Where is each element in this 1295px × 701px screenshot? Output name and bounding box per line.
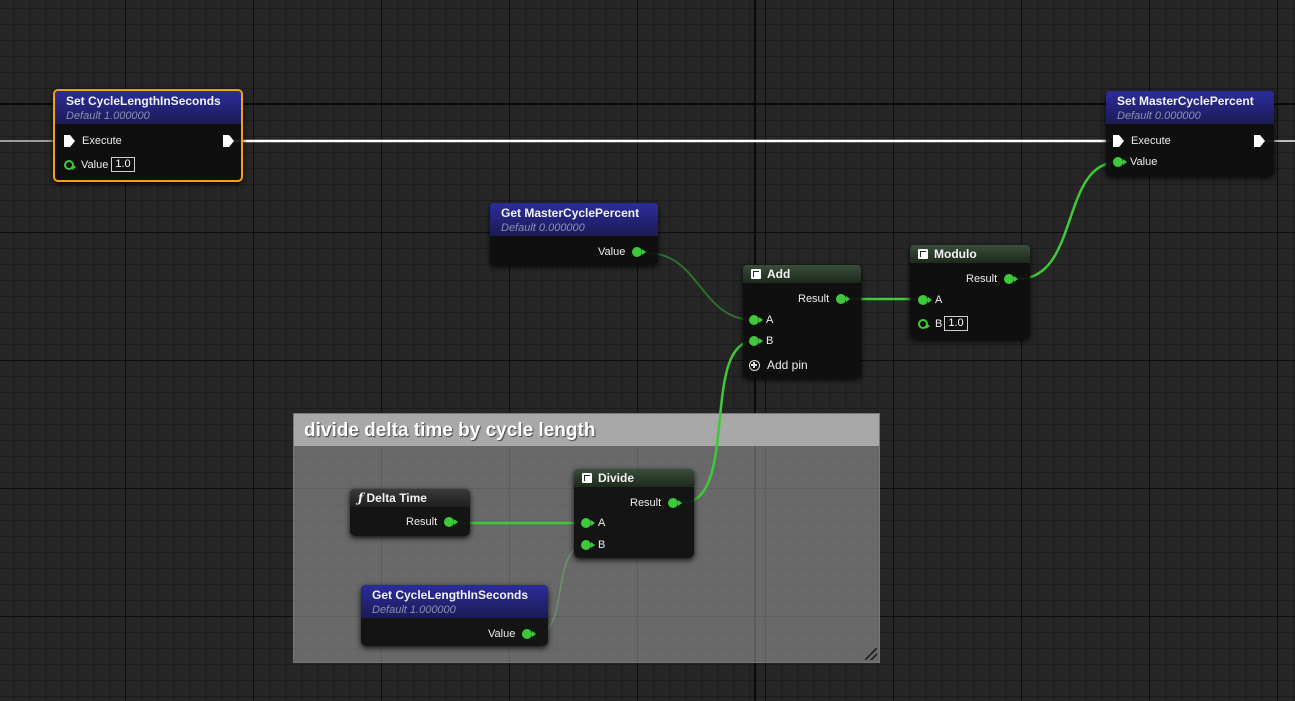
node-header: Set MasterCyclePercent Default 0.000000 xyxy=(1106,91,1274,124)
pin-label: Value xyxy=(1130,156,1158,168)
node-title: Get CycleLengthInSeconds xyxy=(372,588,529,602)
exec-arrow-icon[interactable] xyxy=(223,135,234,147)
node-header: Set CycleLengthInSeconds Default 1.00000… xyxy=(55,91,241,124)
resize-grip-icon[interactable] xyxy=(865,648,877,660)
wire-modulo-to-setmaster xyxy=(1017,160,1119,281)
function-icon xyxy=(582,473,592,483)
result-out-pin[interactable]: Result xyxy=(966,273,1019,285)
pin-label: A xyxy=(935,294,943,306)
float-pin-icon[interactable] xyxy=(581,540,595,550)
value-in-pin[interactable]: Value 1.0 xyxy=(64,157,135,172)
pin-label: Execute xyxy=(82,135,122,147)
node-title: Modulo xyxy=(934,247,977,261)
node-title: Divide xyxy=(598,471,635,485)
node-header: ƒ Delta Time xyxy=(350,489,470,507)
node-title: Add xyxy=(767,267,791,281)
node-modulo[interactable]: Modulo Result A B 1.0 xyxy=(910,245,1030,339)
node-header: Get MasterCyclePercent Default 0.000000 xyxy=(490,203,658,236)
node-add[interactable]: Add Result A B Add pin xyxy=(743,265,861,378)
result-out-pin[interactable]: Result xyxy=(630,497,683,509)
float-pin-icon[interactable] xyxy=(444,517,459,527)
float-pin-icon[interactable] xyxy=(64,159,76,170)
exec-arrow-icon[interactable] xyxy=(1254,135,1265,147)
float-pin-icon[interactable] xyxy=(749,336,763,346)
float-pin-icon[interactable] xyxy=(918,295,932,305)
float-pin-icon[interactable] xyxy=(836,294,851,304)
a-in-pin[interactable]: A xyxy=(581,517,605,529)
float-pin-icon[interactable] xyxy=(522,629,537,639)
float-pin-icon[interactable] xyxy=(668,498,683,508)
value-input[interactable]: 1.0 xyxy=(111,157,135,172)
float-pin-icon[interactable] xyxy=(749,315,763,325)
node-header: Get CycleLengthInSeconds Default 1.00000… xyxy=(361,585,548,618)
node-subtitle: Default 1.000000 xyxy=(66,110,150,122)
pin-label: B xyxy=(598,539,606,551)
node-subtitle: Default 1.000000 xyxy=(372,604,456,616)
node-title: Get MasterCyclePercent xyxy=(501,206,640,220)
pin-label: Result xyxy=(406,516,438,528)
result-out-pin[interactable]: Result xyxy=(406,516,459,528)
pin-label: Result xyxy=(630,497,662,509)
pin-label: Execute xyxy=(1131,135,1171,147)
value-in-pin[interactable]: Value xyxy=(1113,156,1157,168)
exec-arrow-icon[interactable] xyxy=(1113,135,1124,147)
node-header: Modulo xyxy=(910,245,1030,263)
float-pin-icon[interactable] xyxy=(1113,157,1127,167)
node-get-cycle-length[interactable]: Get CycleLengthInSeconds Default 1.00000… xyxy=(361,585,548,646)
value-out-pin[interactable]: Value xyxy=(598,246,647,258)
float-pin-icon[interactable] xyxy=(581,518,595,528)
pin-label: Value xyxy=(488,628,516,640)
exec-out-pin[interactable] xyxy=(1254,135,1265,147)
b-in-pin[interactable]: B 1.0 xyxy=(918,316,968,331)
exec-arrow-icon[interactable] xyxy=(64,135,75,147)
add-pin-button[interactable]: Add pin xyxy=(749,358,808,372)
pin-label: A xyxy=(766,314,774,326)
plus-circle-icon[interactable] xyxy=(749,359,760,371)
value-out-pin[interactable]: Value xyxy=(488,628,537,640)
node-header: Divide xyxy=(574,469,694,487)
exec-out-pin[interactable] xyxy=(223,135,234,147)
node-set-cycle-length[interactable]: Set CycleLengthInSeconds Default 1.00000… xyxy=(53,89,243,182)
value-input[interactable]: 1.0 xyxy=(944,316,968,331)
pin-label: Add pin xyxy=(767,358,808,372)
float-pin-icon[interactable] xyxy=(918,318,930,329)
node-divide[interactable]: Divide Result A B xyxy=(574,469,694,558)
float-pin-icon[interactable] xyxy=(1004,274,1019,284)
pin-label: Value xyxy=(81,158,109,171)
node-subtitle: Default 0.000000 xyxy=(1117,110,1201,122)
result-out-pin[interactable]: Result xyxy=(798,293,851,305)
float-pin-icon[interactable] xyxy=(632,247,647,257)
pin-label: Result xyxy=(966,273,998,285)
pin-label: B xyxy=(935,317,943,330)
comment-title[interactable]: divide delta time by cycle length xyxy=(294,414,879,446)
a-in-pin[interactable]: A xyxy=(918,294,942,306)
pin-label: Result xyxy=(798,293,830,305)
b-in-pin[interactable]: B xyxy=(581,539,605,551)
node-subtitle: Default 0.000000 xyxy=(501,222,585,234)
node-set-master-cycle-percent[interactable]: Set MasterCyclePercent Default 0.000000 … xyxy=(1106,91,1274,176)
node-title: Set MasterCyclePercent xyxy=(1117,94,1254,108)
exec-in-pin[interactable]: Execute xyxy=(64,135,122,147)
node-delta-time[interactable]: ƒ Delta Time Result xyxy=(350,489,470,536)
function-icon xyxy=(751,269,761,279)
function-icon xyxy=(918,249,928,259)
node-title: Set CycleLengthInSeconds xyxy=(66,94,221,108)
node-get-master-cycle-percent[interactable]: Get MasterCyclePercent Default 0.000000 … xyxy=(490,203,658,265)
pin-label: Value xyxy=(598,246,626,258)
node-title: Delta Time xyxy=(366,491,427,505)
pin-label: A xyxy=(598,517,606,529)
a-in-pin[interactable]: A xyxy=(749,314,773,326)
pin-label: B xyxy=(766,335,774,347)
node-header: Add xyxy=(743,265,861,283)
wire-getmaster-to-add-a xyxy=(646,252,755,321)
exec-in-pin[interactable]: Execute xyxy=(1113,135,1171,147)
b-in-pin[interactable]: B xyxy=(749,335,773,347)
function-glyph-icon: ƒ xyxy=(358,491,364,505)
